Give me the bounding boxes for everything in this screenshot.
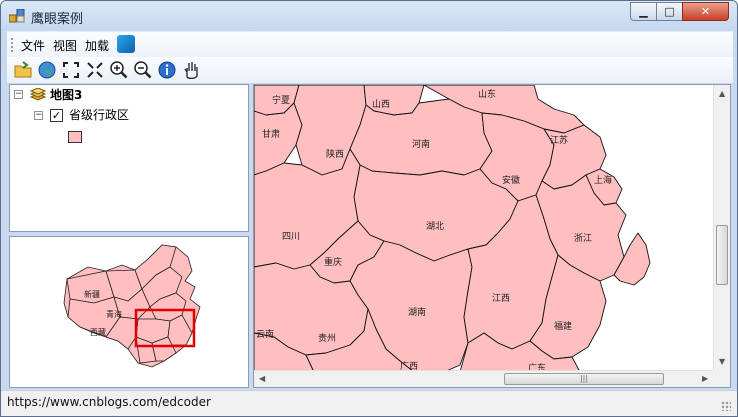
label-zhejiang: 浙江 xyxy=(574,232,592,244)
label-shanxi: 山西 xyxy=(372,99,390,110)
label-jiangxi: 江西 xyxy=(492,293,510,304)
main-map[interactable]: 宁夏 山西 山东 甘肃 河南 江苏 陕西 安徽 上海 湖北 四川 重庆 浙江 江… xyxy=(254,85,715,374)
collapse-layer-icon[interactable]: − xyxy=(34,111,43,120)
province-polygons xyxy=(254,85,651,373)
close-icon: ✕ xyxy=(700,5,711,18)
overview-label-xizang: 西藏 xyxy=(90,327,106,337)
fixed-zoom-in-icon[interactable] xyxy=(85,60,105,80)
label-gansu: 甘肃 xyxy=(262,128,280,140)
map-name-label: 地图3 xyxy=(50,88,83,102)
map-horizontal-scrollbar[interactable]: ◀ ||| ▶ xyxy=(254,370,715,387)
label-ningxia: 宁夏 xyxy=(272,94,290,106)
main-map-panel[interactable]: 宁夏 山西 山东 甘肃 河南 江苏 陕西 安徽 上海 湖北 四川 重庆 浙江 江… xyxy=(253,84,731,388)
layer-toc-panel: − 地图3 − ✓ 省级行政区 xyxy=(9,84,249,232)
scroll-down-icon[interactable]: ▼ xyxy=(719,357,725,366)
overview-map[interactable]: 新疆 青海 西藏 xyxy=(10,237,248,387)
tool-bar xyxy=(7,57,733,83)
layer-visibility-checkbox[interactable]: ✓ xyxy=(50,109,63,122)
title-bar[interactable]: 鹰眼案例 ▁ □ ✕ xyxy=(1,1,737,31)
scroll-up-icon[interactable]: ▲ xyxy=(719,89,725,98)
app-icon xyxy=(9,9,25,23)
status-bar: https://www.cnblogs.com/edcoder xyxy=(1,390,737,416)
pan-hand-icon[interactable] xyxy=(181,60,201,80)
globe-icon[interactable] xyxy=(37,60,57,80)
resize-grip-icon[interactable] xyxy=(721,401,731,411)
layer-name-label: 省级行政区 xyxy=(69,108,130,122)
scroll-right-icon[interactable]: ▶ xyxy=(702,374,708,383)
overview-map-panel[interactable]: 新疆 青海 西藏 xyxy=(9,236,249,388)
label-chongqing: 重庆 xyxy=(324,256,342,268)
main-window: 鹰眼案例 ▁ □ ✕ 文件 视图 加载 − 地图3 − ✓ 省级行政区 新疆 青… xyxy=(0,0,738,417)
overview-china-shape xyxy=(63,244,201,368)
identify-icon[interactable] xyxy=(157,60,177,80)
app-logo-icon[interactable] xyxy=(117,35,135,53)
label-jiangsu: 江苏 xyxy=(550,134,568,146)
menu-grip[interactable] xyxy=(11,38,13,52)
close-button[interactable]: ✕ xyxy=(682,2,729,21)
overview-label-xinjiang: 新疆 xyxy=(84,289,100,299)
maximize-icon: □ xyxy=(664,5,675,18)
scroll-left-icon[interactable]: ◀ xyxy=(259,374,265,383)
label-yunnan: 云南 xyxy=(256,328,274,340)
minimize-button[interactable]: ▁ xyxy=(630,2,657,21)
menu-bar: 文件 视图 加载 xyxy=(7,31,733,57)
zoom-out-icon[interactable] xyxy=(133,60,153,80)
menu-file[interactable]: 文件 xyxy=(21,37,45,54)
map-vertical-scrollbar[interactable]: ▲ ▼ xyxy=(713,85,730,372)
status-text: https://www.cnblogs.com/edcoder xyxy=(7,395,211,409)
overview-label-qinghai: 青海 xyxy=(106,309,122,319)
menu-load[interactable]: 加载 xyxy=(85,37,109,54)
vertical-scroll-thumb[interactable] xyxy=(716,225,728,285)
menu-view[interactable]: 视图 xyxy=(53,37,77,54)
scrollbar-corner xyxy=(713,370,730,387)
full-extent-icon[interactable] xyxy=(61,60,81,80)
layers-icon xyxy=(30,88,46,101)
label-shaanxi: 陕西 xyxy=(326,148,344,160)
label-fujian: 福建 xyxy=(554,320,572,332)
window-title: 鹰眼案例 xyxy=(31,12,84,27)
label-guizhou: 贵州 xyxy=(318,332,336,344)
label-sichuan: 四川 xyxy=(282,232,300,242)
collapse-map-icon[interactable]: − xyxy=(14,90,23,99)
layer-symbol-swatch xyxy=(68,131,82,143)
label-anhui: 安徽 xyxy=(502,174,520,186)
open-folder-icon[interactable] xyxy=(13,60,33,80)
label-shandong: 山东 xyxy=(478,88,496,100)
minimize-icon: ▁ xyxy=(639,5,648,18)
checkmark-icon: ✓ xyxy=(51,109,62,122)
horizontal-scroll-thumb[interactable]: ||| xyxy=(504,373,664,385)
label-hubei: 湖北 xyxy=(426,221,444,232)
label-henan: 河南 xyxy=(412,138,430,150)
label-hunan: 湖南 xyxy=(408,306,426,318)
label-shanghai: 上海 xyxy=(594,174,612,186)
zoom-in-icon[interactable] xyxy=(109,60,129,80)
maximize-button[interactable]: □ xyxy=(656,2,683,21)
